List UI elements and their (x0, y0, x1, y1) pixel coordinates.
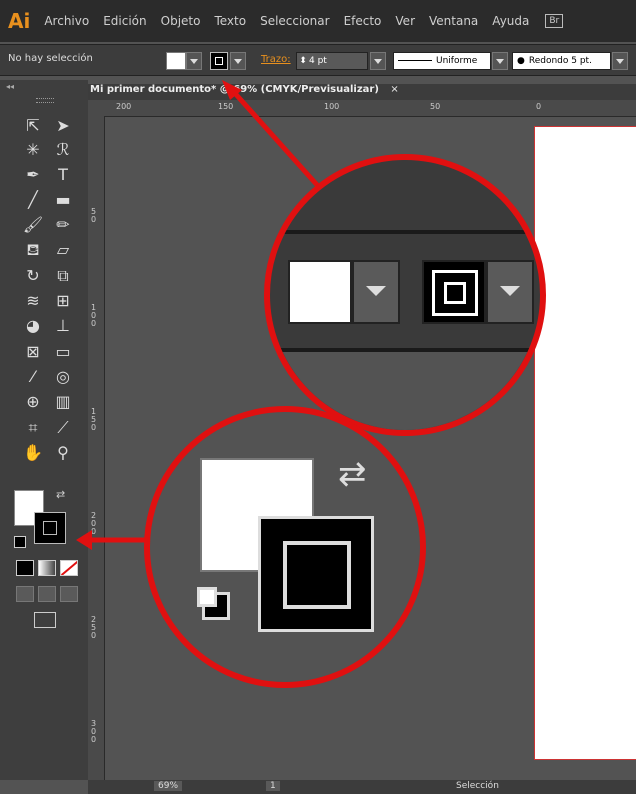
zoom-level[interactable]: 69% (154, 781, 183, 791)
magnified-default-colors-icon (197, 587, 230, 620)
magnified-stroke-color (258, 516, 374, 632)
magnified-fill-dropdown-icon (352, 260, 400, 324)
magnified-control-bar-callout (264, 154, 546, 436)
magnified-fill-swatch (288, 260, 352, 324)
tool-mode: Selección (456, 781, 499, 791)
magnified-swap-icon: ⇄ (338, 454, 367, 494)
page-number[interactable]: 1 (266, 781, 280, 791)
magnified-stroke-dropdown-icon (486, 260, 534, 324)
magnified-tools-callout: ⇄ (144, 406, 426, 688)
magnified-stroke-swatch (422, 260, 486, 324)
status-bar: 69% 1 Selección (88, 780, 636, 794)
